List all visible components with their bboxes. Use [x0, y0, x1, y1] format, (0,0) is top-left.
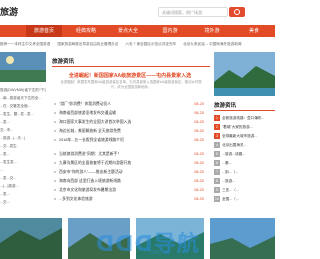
- left-list-item[interactable]: ...(...)旅游...: [0, 182, 46, 190]
- left-banner-image[interactable]: [0, 52, 46, 82]
- left-list-item[interactable]: ...: [0, 166, 46, 174]
- headline-link[interactable]: 全进崛起！新国国家AA级旅游景区——屯内县景家入选: [60, 72, 200, 79]
- search-input[interactable]: 关键词搜索，例广场游: [158, 7, 228, 17]
- left-list-item[interactable]: ...发生发...: [0, 158, 46, 166]
- bullet-icon: [54, 130, 56, 132]
- ranked-item[interactable]: 8 ...旅游...: [214, 177, 275, 186]
- headline-summary: 全进崛起！新国发布国家AA级旅游景区名单，屯内县景家入选国家AA级旅游景区，推动…: [60, 80, 202, 89]
- left-column: 旅游(DWVMW)省下达的?下达 ...南...旅游省天下达的全... ...在…: [0, 52, 46, 232]
- ticker-item[interactable]: 推荐一一本科生中文考全国英语: [0, 42, 50, 46]
- bullet-icon: [54, 180, 56, 182]
- left-list-item[interactable]: ...发生、鳖...发...发...: [0, 110, 46, 118]
- news-ticker: 推荐一一本科生中文考全国英语 国家旅游局推出导游自由执业管理办法 六安 7 家全…: [0, 40, 275, 48]
- main-nav: 旅游首页 经典攻略 景点大全 国内游 境外游 美食: [0, 25, 275, 37]
- ranked-item[interactable]: 10 全国...（...: [214, 195, 275, 204]
- bullet-icon: [54, 112, 56, 114]
- bullet-icon: [54, 162, 56, 164]
- left-list-item[interactable]: ...南...旅游省天下达的全...: [0, 94, 46, 102]
- bullet-icon: [54, 139, 56, 141]
- watermark-subtext: DDD.VC: [150, 250, 170, 256]
- nav-item-guides[interactable]: 经典攻略: [68, 25, 104, 37]
- list-item[interactable]: 海边长城，美丽解放新 全天旅游免费 08-20: [54, 127, 204, 135]
- bullet-icon: [54, 189, 56, 191]
- list-item[interactable]: 2018年...五一长假到全省旅游线路介绍 08-20: [54, 136, 204, 144]
- right-feature-image[interactable]: [214, 52, 275, 96]
- left-list-item[interactable]: ...交...: [0, 198, 46, 206]
- ranked-item[interactable]: 2 "着城"大家的旅游...: [214, 123, 275, 132]
- site-header: 旅游 关键词搜索，例广场游: [0, 0, 275, 24]
- bullet-icon: [54, 198, 56, 200]
- bullet-icon: [54, 103, 56, 105]
- bullet-icon: [54, 171, 56, 173]
- list-item[interactable]: ...多到文化体验旅游 08-20: [54, 195, 204, 203]
- nav-item-spots[interactable]: 景点大全: [110, 25, 146, 37]
- section-divider: [214, 110, 275, 111]
- watermark-logo: ᗡᗡᗡ导航: [96, 232, 200, 257]
- left-list-item[interactable]: ...发...: [0, 150, 46, 158]
- ranked-item[interactable]: 4 北京出国海关...: [214, 141, 275, 150]
- section-title-right: 旅游资讯: [214, 103, 237, 109]
- nav-item-abroad[interactable]: 境外游: [194, 25, 230, 37]
- left-list-item[interactable]: ...旅游...(...天...): [0, 134, 46, 142]
- search-button[interactable]: [229, 7, 245, 17]
- list-item[interactable]: 西安市"你的游人"——推出新主题活动 08-20: [54, 168, 204, 176]
- ranked-item[interactable]: 9 三亚...（...: [214, 186, 275, 195]
- list-item[interactable]: 海口国家大事发生的全国大讲首次举国入选 08-20: [54, 118, 204, 126]
- list-item[interactable]: "游厂"你消费！你我消费动员人 08-20: [54, 100, 204, 108]
- ranked-item[interactable]: 6 ...第...: [214, 159, 275, 168]
- bullet-icon: [54, 121, 56, 123]
- ticker-item[interactable]: 北京九条民谣 -- 中国网海外旅游新闻: [183, 42, 241, 46]
- ticker-item[interactable]: 六安 7 家全园区示范点评定完毕: [125, 42, 176, 46]
- ranked-item[interactable]: 5 ...旅游...线路...: [214, 150, 275, 159]
- left-list-item[interactable]: ...发...: [0, 190, 46, 198]
- section-title-news: 旅游资讯: [52, 59, 75, 65]
- list-item[interactable]: 九寨沟景区的全面恢复将于近期向游客开放 08-20: [54, 159, 204, 167]
- nav-item-domestic[interactable]: 国内游: [152, 25, 188, 37]
- nav-item-home[interactable]: 旅游首页: [26, 25, 62, 37]
- ranked-item[interactable]: 3 全球最新大城市旅游...: [214, 132, 275, 141]
- section-divider: [52, 66, 210, 67]
- nav-item-food[interactable]: 美食: [236, 25, 272, 37]
- site-logo[interactable]: 旅游: [0, 5, 18, 18]
- left-list-item[interactable]: ...发...: [0, 118, 46, 126]
- left-list-item[interactable]: 旅游(DWVMW)省下达的?下达: [0, 86, 46, 94]
- ranked-item[interactable]: 7 ...到...（...: [214, 168, 275, 177]
- left-list-item[interactable]: ...发...交...: [0, 174, 46, 182]
- ticker-item[interactable]: 国家旅游局推出导游自由执业管理办法: [57, 42, 118, 46]
- left-list-item[interactable]: 交...市..: [0, 126, 46, 134]
- list-item[interactable]: 北京市文化和旅游局发布暑期出游 08-20: [54, 186, 204, 194]
- left-list-item[interactable]: ...交...发生.: [0, 142, 46, 150]
- list-item[interactable]: 当前旅游消费进"同期：尤其是新手！ 08-20: [54, 150, 204, 158]
- list-item[interactable]: 海南岛西部 这里打造入境旅游新线路 08-20: [54, 177, 204, 185]
- bullet-icon: [54, 153, 56, 155]
- ranked-item[interactable]: 1 全新旅游线路：壶口瀑布...: [214, 114, 275, 123]
- list-item[interactable]: 海南省西部旅游圣地发布交通运输 08-20: [54, 109, 204, 117]
- left-list-item[interactable]: ...在...交管发全面...: [0, 102, 46, 110]
